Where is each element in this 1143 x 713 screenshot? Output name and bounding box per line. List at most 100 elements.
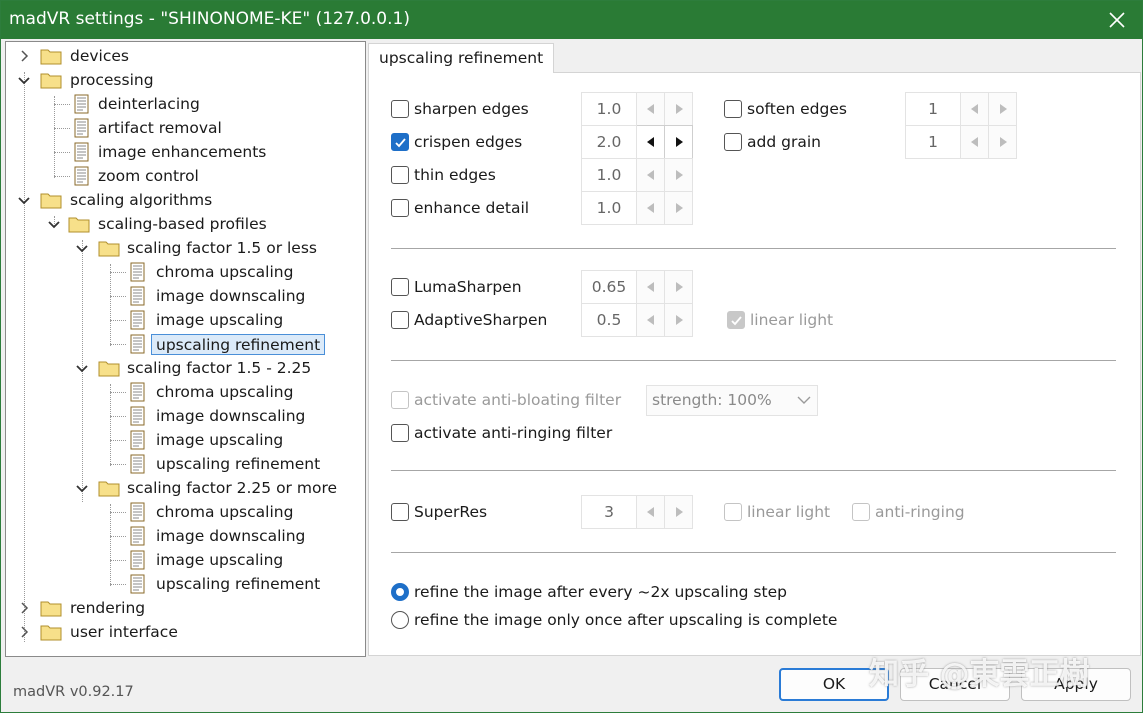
increment-button[interactable] — [665, 125, 693, 159]
checkbox-box[interactable] — [724, 503, 742, 521]
spinner-value[interactable]: 1 — [905, 92, 961, 126]
ok-button[interactable]: OK — [779, 668, 889, 701]
chevron-right-icon[interactable] — [16, 48, 32, 64]
checkbox-box[interactable] — [391, 391, 409, 409]
checkbox-label: add grain — [747, 133, 821, 151]
title-bar[interactable]: madVR settings - "SHINONOME-KE" (127.0.0… — [1, 1, 1142, 39]
chevron-down-icon[interactable] — [74, 480, 90, 496]
refine-once-radio[interactable]: refine the image only once after upscali… — [391, 609, 837, 631]
refine-every-step-radio[interactable]: refine the image after every ~2x upscali… — [391, 581, 787, 603]
arrow-right-icon — [675, 104, 683, 114]
increment-button[interactable] — [665, 270, 693, 304]
radio-button[interactable] — [391, 611, 409, 629]
tree-label: image upscaling — [156, 551, 284, 569]
arrow-left-icon — [646, 104, 654, 114]
arrow-left-icon — [646, 282, 654, 292]
spinner-value[interactable]: 1 — [905, 125, 961, 159]
decrement-button[interactable] — [637, 303, 665, 337]
enhance-detail-checkbox[interactable]: enhance detail — [391, 197, 529, 219]
lumasharpen-spinner[interactable]: 0.65 — [581, 270, 693, 304]
arrow-right-icon — [675, 507, 683, 517]
spinner-value[interactable]: 0.5 — [581, 303, 637, 337]
spinner-value[interactable]: 1.0 — [581, 158, 637, 192]
decrement-button[interactable] — [637, 270, 665, 304]
folder-icon — [98, 481, 120, 497]
increment-button[interactable] — [989, 125, 1017, 159]
arrow-left-icon — [646, 315, 654, 325]
chevron-right-icon[interactable] — [16, 600, 32, 616]
checkbox-box[interactable] — [391, 311, 409, 329]
chevron-down-icon[interactable] — [74, 240, 90, 256]
checkbox-box[interactable] — [852, 503, 870, 521]
settings-tree[interactable]: devices processing deinterlacing artifac… — [5, 41, 366, 657]
spinner-value[interactable]: 2.0 — [581, 125, 637, 159]
checkbox-label: anti-ringing — [875, 503, 965, 521]
thin-edges-checkbox[interactable]: thin edges — [391, 164, 496, 186]
anti-bloating-checkbox[interactable]: activate anti-bloating filter — [391, 389, 621, 411]
lumasharpen-checkbox[interactable]: LumaSharpen — [391, 276, 522, 298]
checkbox-box[interactable] — [724, 100, 742, 118]
strength-dropdown[interactable]: strength: 100% — [646, 385, 818, 416]
adaptivesharpen-checkbox[interactable]: AdaptiveSharpen — [391, 309, 547, 331]
cancel-button[interactable]: Cancel — [900, 668, 1010, 701]
enhance-detail-spinner[interactable]: 1.0 — [581, 191, 693, 225]
checkbox-box[interactable] — [391, 133, 409, 151]
adaptive-linear-light-checkbox[interactable]: linear light — [727, 309, 833, 331]
spinner-value[interactable]: 1.0 — [581, 92, 637, 126]
soften-edges-checkbox[interactable]: soften edges — [724, 98, 847, 120]
close-button[interactable] — [1092, 1, 1142, 39]
spinner-value[interactable]: 3 — [581, 495, 637, 529]
decrement-button[interactable] — [637, 92, 665, 126]
superres-anti-ringing-checkbox[interactable]: anti-ringing — [852, 501, 965, 523]
increment-button[interactable] — [665, 495, 693, 529]
tree-label: image enhancements — [98, 143, 267, 161]
page-icon — [130, 502, 145, 522]
tree-label: scaling factor 1.5 - 2.25 — [127, 359, 312, 377]
sharpen-edges-checkbox[interactable]: sharpen edges — [391, 98, 529, 120]
checkbox-box[interactable] — [391, 199, 409, 217]
chevron-down-icon[interactable] — [46, 216, 62, 232]
chevron-down-icon[interactable] — [16, 72, 32, 88]
chevron-down-icon[interactable] — [16, 192, 32, 208]
soften-edges-spinner[interactable]: 1 — [905, 92, 1017, 126]
increment-button[interactable] — [989, 92, 1017, 126]
arrow-right-icon — [675, 203, 683, 213]
superres-linear-light-checkbox[interactable]: linear light — [724, 501, 830, 523]
increment-button[interactable] — [665, 303, 693, 337]
checkbox-box[interactable] — [727, 311, 745, 329]
decrement-button[interactable] — [961, 92, 989, 126]
decrement-button[interactable] — [637, 158, 665, 192]
decrement-button[interactable] — [637, 495, 665, 529]
checkbox-box[interactable] — [391, 166, 409, 184]
add-grain-spinner[interactable]: 1 — [905, 125, 1017, 159]
increment-button[interactable] — [665, 92, 693, 126]
apply-button[interactable]: Apply — [1021, 668, 1131, 701]
increment-button[interactable] — [665, 191, 693, 225]
checkbox-box[interactable] — [391, 100, 409, 118]
decrement-button[interactable] — [637, 191, 665, 225]
sharpen-edges-spinner[interactable]: 1.0 — [581, 92, 693, 126]
add-grain-checkbox[interactable]: add grain — [724, 131, 821, 153]
superres-checkbox[interactable]: SuperRes — [391, 501, 487, 523]
increment-button[interactable] — [665, 158, 693, 192]
checkbox-box[interactable] — [391, 503, 409, 521]
checkbox-label: thin edges — [414, 166, 496, 184]
adaptivesharpen-spinner[interactable]: 0.5 — [581, 303, 693, 337]
spinner-value[interactable]: 1.0 — [581, 191, 637, 225]
spinner-value[interactable]: 0.65 — [581, 270, 637, 304]
radio-button[interactable] — [391, 583, 409, 601]
checkbox-box[interactable] — [391, 424, 409, 442]
superres-spinner[interactable]: 3 — [581, 495, 693, 529]
checkbox-box[interactable] — [724, 133, 742, 151]
decrement-button[interactable] — [637, 125, 665, 159]
thin-edges-spinner[interactable]: 1.0 — [581, 158, 693, 192]
crispen-edges-checkbox[interactable]: crispen edges — [391, 131, 522, 153]
checkbox-box[interactable] — [391, 278, 409, 296]
chevron-down-icon[interactable] — [74, 360, 90, 376]
anti-ringing-checkbox[interactable]: activate anti-ringing filter — [391, 422, 612, 444]
decrement-button[interactable] — [961, 125, 989, 159]
chevron-right-icon[interactable] — [16, 624, 32, 640]
tab-upscaling-refinement[interactable]: upscaling refinement — [368, 43, 555, 73]
page-icon — [130, 382, 145, 402]
crispen-edges-spinner[interactable]: 2.0 — [581, 125, 693, 159]
